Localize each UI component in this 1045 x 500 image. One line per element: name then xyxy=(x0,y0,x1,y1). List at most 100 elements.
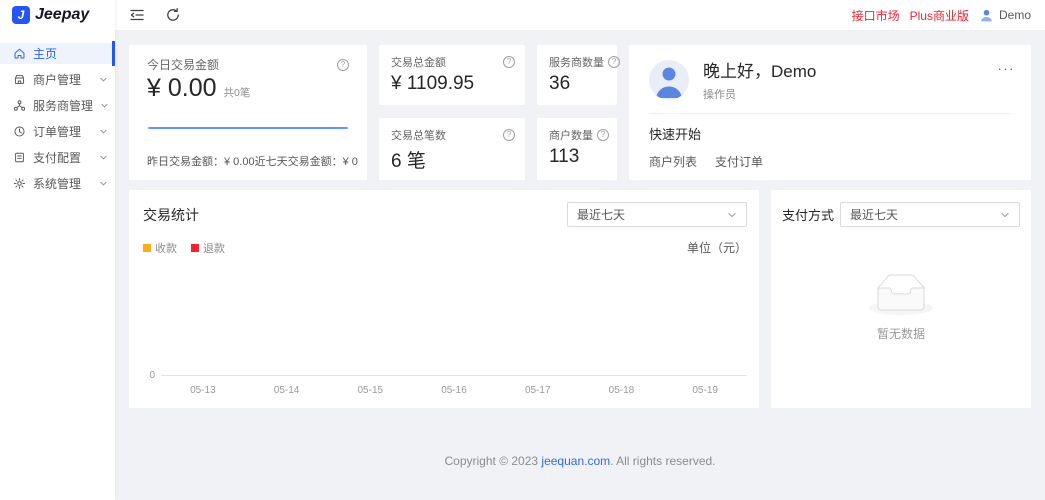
selected-range: 最近七天 xyxy=(850,206,898,223)
refresh-icon[interactable] xyxy=(165,7,181,23)
date-range-select[interactable]: 最近七天 xyxy=(567,202,747,227)
stat-cards-grid: 交易总金额 ? ¥ 1109.95 服务商数量 ? 36 交易总笔数 ? xyxy=(379,45,617,180)
topbar: 接口市场 Plus商业版 Demo xyxy=(115,0,1045,30)
help-icon[interactable]: ? xyxy=(597,129,609,141)
pay-config-icon xyxy=(13,151,26,164)
yesterday-amount: 昨日交易金额：¥ 0.00 xyxy=(147,153,255,169)
username: Demo xyxy=(999,8,1031,22)
today-amount-value: ¥ 0.00 xyxy=(147,74,217,103)
stat-value: ¥ 1109.95 xyxy=(391,73,515,95)
menu-fold-icon[interactable] xyxy=(129,7,145,23)
chart-unit-label: 单位（元） xyxy=(687,239,747,256)
merchant-list-link[interactable]: 商户列表 xyxy=(649,153,697,170)
legend-income[interactable]: 收款 xyxy=(143,240,177,256)
x-axis-labels: 05-13 05-14 05-15 05-16 05-17 05-18 05-1… xyxy=(161,385,747,396)
stat-title: 交易总笔数 xyxy=(391,127,446,143)
chevron-down-icon xyxy=(1000,210,1010,220)
sidebar-item-label: 商户管理 xyxy=(33,71,92,88)
y-axis-zero-label: 0 xyxy=(143,370,155,381)
today-count: 共0笔 xyxy=(224,85,251,100)
empty-state: 暂无数据 xyxy=(782,227,1020,396)
week-amount: 近七天交易金额：¥ 0 xyxy=(255,153,358,169)
quick-links: 商户列表 支付订单 xyxy=(649,153,1011,170)
stat-title: 服务商数量 xyxy=(549,54,604,70)
x-tick: 05-14 xyxy=(245,385,329,396)
stat-value: 113 xyxy=(549,146,607,168)
quick-start-title: 快速开始 xyxy=(649,124,1011,143)
sidebar-item-order-mgmt[interactable]: 订单管理 xyxy=(0,121,115,142)
chevron-down-icon xyxy=(99,179,108,188)
main-content: 今日交易金额 ? ¥ 0.00 共0笔 昨日交易金额：¥ 0.00 近七天交易金… xyxy=(115,30,1045,500)
legend-refund[interactable]: 退款 xyxy=(191,240,225,256)
help-icon[interactable]: ? xyxy=(337,59,349,71)
order-icon xyxy=(13,125,26,138)
date-range-select[interactable]: 最近七天 xyxy=(840,202,1020,227)
today-amount-card: 今日交易金额 ? ¥ 0.00 共0笔 昨日交易金额：¥ 0.00 近七天交易金… xyxy=(129,45,367,180)
jeepay-logo-icon: J xyxy=(12,6,30,24)
x-tick: 05-15 xyxy=(328,385,412,396)
footer: Copyright © 2023 jeequan.com. All rights… xyxy=(129,454,1031,468)
bar-chart-area: 0 05-13 05-14 05-15 05-16 05-17 05-18 05… xyxy=(143,256,747,398)
stat-value: 6 笔 xyxy=(391,146,515,173)
plus-edition-link[interactable]: Plus商业版 xyxy=(910,7,969,24)
user-menu[interactable]: Demo xyxy=(979,8,1031,23)
chevron-down-icon xyxy=(727,210,737,220)
stats-row: 今日交易金额 ? ¥ 0.00 共0笔 昨日交易金额：¥ 0.00 近七天交易金… xyxy=(129,45,1031,180)
stat-value: 36 xyxy=(549,73,607,95)
x-tick: 05-19 xyxy=(663,385,747,396)
sparkline-flat-line xyxy=(148,127,348,129)
income-legend-swatch xyxy=(143,244,151,252)
sidebar-item-home[interactable]: 主页 xyxy=(0,43,115,64)
transaction-stats-card: 交易统计 最近七天 收款 退款 xyxy=(129,190,759,408)
user-role: 操作员 xyxy=(703,86,816,102)
sidebar-item-provider-mgmt[interactable]: 服务商管理 xyxy=(0,95,115,116)
chart-title: 交易统计 xyxy=(143,205,199,225)
payment-method-card: 支付方式 最近七天 暂无数据 xyxy=(771,190,1031,408)
user-avatar-icon xyxy=(979,8,994,23)
sidebar-item-label: 支付配置 xyxy=(33,149,92,166)
charts-row: 交易统计 最近七天 收款 退款 xyxy=(129,190,1031,408)
x-tick: 05-18 xyxy=(580,385,664,396)
x-axis-line xyxy=(161,375,747,376)
sidebar-item-label: 系统管理 xyxy=(33,175,92,192)
gear-icon xyxy=(13,177,26,190)
payment-method-title: 支付方式 xyxy=(782,205,834,224)
api-market-link[interactable]: 接口市场 xyxy=(852,7,900,24)
jeepay-dashboard: J Jeepay 主页 商户管理 xyxy=(0,0,1045,500)
x-tick: 05-17 xyxy=(496,385,580,396)
stat-title: 商户数量 xyxy=(549,127,593,143)
help-icon[interactable]: ? xyxy=(608,56,620,68)
cluster-icon xyxy=(13,99,26,112)
help-icon[interactable]: ? xyxy=(503,129,515,141)
home-icon xyxy=(13,47,26,60)
sidebar-item-pay-config[interactable]: 支付配置 xyxy=(0,147,115,168)
jeequan-link[interactable]: jeequan.com xyxy=(541,454,610,468)
today-amount-title: 今日交易金额 xyxy=(147,56,219,73)
chevron-down-icon xyxy=(100,101,109,110)
shop-icon xyxy=(13,73,26,86)
empty-text: 暂无数据 xyxy=(877,325,925,342)
sidebar: J Jeepay 主页 商户管理 xyxy=(0,0,115,500)
payment-order-link[interactable]: 支付订单 xyxy=(715,153,763,170)
app-logo[interactable]: J Jeepay xyxy=(0,0,115,30)
copyright-text: Copyright © 2023 xyxy=(445,454,542,468)
ellipsis-more-icon[interactable]: ··· xyxy=(998,61,1016,76)
x-tick: 05-13 xyxy=(161,385,245,396)
chevron-down-icon xyxy=(99,153,108,162)
greeting-title: 晚上好，Demo xyxy=(703,57,816,82)
merchant-count-card: 商户数量 ? 113 xyxy=(537,118,617,180)
greeting-card: 晚上好，Demo 操作员 ··· 快速开始 商户列表 支付订单 xyxy=(629,45,1031,180)
x-tick: 05-16 xyxy=(412,385,496,396)
sidebar-item-label: 服务商管理 xyxy=(33,97,93,114)
sidebar-menu: 主页 商户管理 服务商管理 xyxy=(0,30,115,194)
divider xyxy=(649,113,1011,114)
chevron-down-icon xyxy=(99,75,108,84)
help-icon[interactable]: ? xyxy=(503,56,515,68)
sidebar-item-system-mgmt[interactable]: 系统管理 xyxy=(0,173,115,194)
total-count-card: 交易总笔数 ? 6 笔 xyxy=(379,118,525,180)
avatar xyxy=(649,60,689,100)
rights-text: . All rights reserved. xyxy=(610,454,715,468)
total-amount-card: 交易总金额 ? ¥ 1109.95 xyxy=(379,45,525,105)
sidebar-item-merchant-mgmt[interactable]: 商户管理 xyxy=(0,69,115,90)
sidebar-item-label: 主页 xyxy=(33,45,108,62)
